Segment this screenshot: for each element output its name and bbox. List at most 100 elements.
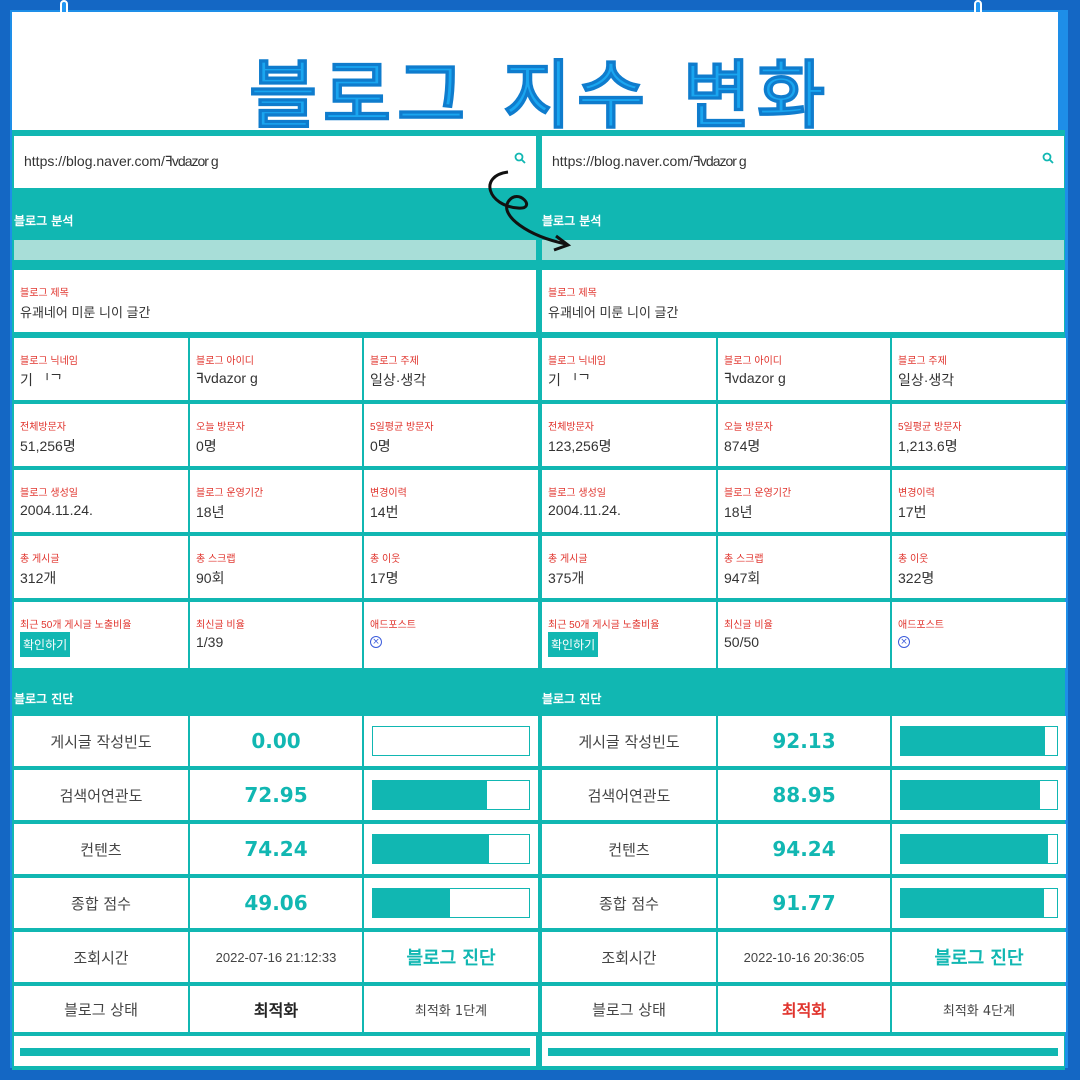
- panel-before: https://blog.naver.com/ꟻvdazor g 블로그 분석 …: [12, 130, 538, 1070]
- info-cell-avg5-visitors: 5일평균 방문자 0명: [364, 404, 538, 466]
- info-cell-total-visitors: 전체방문자 51,256명: [14, 404, 188, 466]
- info-cell-posts: 총 게시글 375개: [542, 536, 716, 598]
- info-cell-blog-id: 블로그 아이디 ꟻvdazor g: [190, 338, 362, 400]
- info-cell-adpost: 애드포스트 ×: [892, 602, 1066, 668]
- diag-score-keyword: 72.95: [190, 770, 362, 820]
- diag-label-content: 컨텐츠: [14, 824, 188, 874]
- analysis-progress-bar: [14, 240, 536, 260]
- diag-bar-freq: [364, 716, 538, 766]
- info-cell-exposure: 최근 50개 게시글 노출비율 확인하기: [14, 602, 188, 668]
- diag-bar-freq: [892, 716, 1066, 766]
- section-blog-analysis: 블로그 분석: [14, 214, 74, 228]
- score-bar: [900, 726, 1058, 756]
- score-bar-fill: [373, 889, 450, 917]
- info-cell-nickname: 블로그 닉네임 기 ᅵᄀ: [542, 338, 716, 400]
- score-bar-fill: [373, 835, 489, 863]
- blog-title-cell: 블로그 제목 유괘네어 미룬 니이 글간: [542, 270, 1064, 332]
- page-title: 블로그 지수 변화: [248, 53, 832, 140]
- score-bar-fill: [901, 835, 1048, 863]
- info-cell-today-visitors: 오늘 방문자 874명: [718, 404, 890, 466]
- diag-score-total: 91.77: [718, 878, 890, 928]
- info-cell-neighbors: 총 이웃 322명: [892, 536, 1066, 598]
- info-cell-today-visitors: 오늘 방문자 0명: [190, 404, 362, 466]
- score-bar: [900, 780, 1058, 810]
- diag-label-keyword: 검색어연관도: [542, 770, 716, 820]
- diag-score-content: 74.24: [190, 824, 362, 874]
- score-bar-fill: [901, 889, 1045, 917]
- info-cell-total-visitors: 전체방문자 123,256명: [542, 404, 716, 466]
- analysis-progress-bar: [542, 240, 1064, 260]
- info-cell-neighbors: 총 이웃 17명: [364, 536, 538, 598]
- blog-title-cell: 블로그 제목 유괘네어 미룬 니이 글간: [14, 270, 536, 332]
- diag-bar-total: [892, 878, 1066, 928]
- footer-bar: [542, 1036, 1064, 1066]
- info-cell-posts: 총 게시글 312개: [14, 536, 188, 598]
- section-blog-diagnosis: 블로그 진단: [542, 692, 602, 706]
- circle-x-icon: ×: [370, 636, 382, 648]
- info-cell-period: 블로그 운영기간 18년: [190, 470, 362, 532]
- info-cell-exposure: 최근 50개 게시글 노출비율 확인하기: [542, 602, 716, 668]
- info-cell-latest-ratio: 최신글 비율 1/39: [190, 602, 362, 668]
- diag-score-freq: 0.00: [190, 716, 362, 766]
- score-bar: [372, 726, 530, 756]
- score-bar: [900, 834, 1058, 864]
- info-cell-topic: 블로그 주제 일상·생각: [892, 338, 1066, 400]
- info-cell-adpost: 애드포스트 ×: [364, 602, 538, 668]
- url-input[interactable]: https://blog.naver.com/ꟻvdazor g: [542, 136, 1064, 188]
- search-icon[interactable]: [1042, 152, 1054, 164]
- score-bar: [372, 780, 530, 810]
- diag-score-total: 49.06: [190, 878, 362, 928]
- score-bar-fill: [373, 781, 487, 809]
- state-label: 블로그 상태: [14, 986, 188, 1032]
- score-bar-fill: [901, 781, 1040, 809]
- diag-bar-keyword: [364, 770, 538, 820]
- state-label: 블로그 상태: [542, 986, 716, 1032]
- score-bar: [900, 888, 1058, 918]
- diag-label-keyword: 검색어연관도: [14, 770, 188, 820]
- diag-label-content: 컨텐츠: [542, 824, 716, 874]
- time-label: 조회시간: [14, 932, 188, 982]
- diag-label-freq: 게시글 작성빈도: [542, 716, 716, 766]
- diag-bar-content: [364, 824, 538, 874]
- info-cell-created: 블로그 생성일 2004.11.24.: [14, 470, 188, 532]
- footer-bar: [14, 1036, 536, 1066]
- url-input[interactable]: https://blog.naver.com/ꟻvdazor g: [14, 136, 536, 188]
- time-value: 2022-07-16 21:12:33: [190, 932, 362, 982]
- check-button[interactable]: 확인하기: [548, 632, 599, 657]
- check-button[interactable]: 확인하기: [20, 632, 71, 657]
- info-cell-period: 블로그 운영기간 18년: [718, 470, 890, 532]
- time-label: 조회시간: [542, 932, 716, 982]
- comparison-panels: https://blog.naver.com/ꟻvdazor g 블로그 분석 …: [12, 130, 1066, 1070]
- info-cell-topic: 블로그 주제 일상·생각: [364, 338, 538, 400]
- info-cell-created: 블로그 생성일 2004.11.24.: [542, 470, 716, 532]
- diag-score-freq: 92.13: [718, 716, 890, 766]
- info-cell-changes: 변경이력 17번: [892, 470, 1066, 532]
- state-value: 최적화: [190, 986, 362, 1032]
- info-cell-avg5-visitors: 5일평균 방문자 1,213.6명: [892, 404, 1066, 466]
- circle-x-icon: ×: [898, 636, 910, 648]
- state-stage: 최적화 4단계: [892, 986, 1066, 1032]
- section-blog-diagnosis: 블로그 진단: [14, 692, 74, 706]
- info-cell-scraps: 총 스크랩 90회: [190, 536, 362, 598]
- score-bar: [372, 834, 530, 864]
- time-value: 2022-10-16 20:36:05: [718, 932, 890, 982]
- state-stage: 최적화 1단계: [364, 986, 538, 1032]
- diag-score-keyword: 88.95: [718, 770, 890, 820]
- diag-bar-keyword: [892, 770, 1066, 820]
- info-cell-latest-ratio: 최신글 비율 50/50: [718, 602, 890, 668]
- search-icon[interactable]: [514, 152, 526, 164]
- score-bar-fill: [901, 727, 1045, 755]
- info-cell-scraps: 총 스크랩 947회: [718, 536, 890, 598]
- diag-bar-content: [892, 824, 1066, 874]
- diag-label-total: 종합 점수: [14, 878, 188, 928]
- diag-label-freq: 게시글 작성빈도: [14, 716, 188, 766]
- diag-label-total: 종합 점수: [542, 878, 716, 928]
- panel-after: https://blog.naver.com/ꟻvdazor g 블로그 분석 …: [540, 130, 1066, 1070]
- diag-score-content: 94.24: [718, 824, 890, 874]
- info-cell-nickname: 블로그 닉네임 기 ᅵᄀ: [14, 338, 188, 400]
- state-value: 최적화: [718, 986, 890, 1032]
- diagnosis-link[interactable]: 블로그 진단: [892, 932, 1066, 982]
- curved-arrow-icon: [488, 170, 572, 252]
- diagnosis-link[interactable]: 블로그 진단: [364, 932, 538, 982]
- diag-bar-total: [364, 878, 538, 928]
